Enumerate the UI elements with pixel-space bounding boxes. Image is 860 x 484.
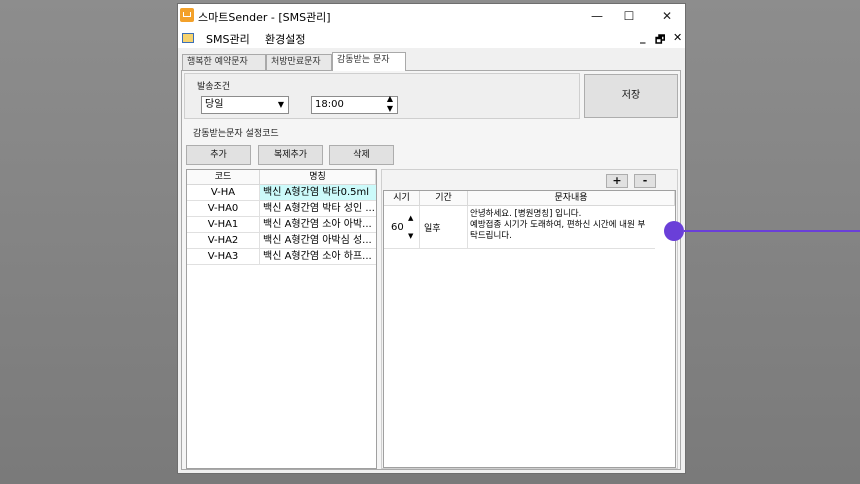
add-button[interactable]: 추가 [186,145,251,165]
send-time-value: 18:00 [315,99,344,110]
title-bar[interactable]: 스마트Sender - [SMS관리] — ☐ ✕ [178,4,685,28]
row-name: 백신 A형간염 소아 아박... [260,217,376,233]
message-panel: + - 시기 기간 문자내용 60 ▲ ▼ 일후 안녕하세요. [병원명칭] 입… [381,169,678,469]
name-column-header[interactable]: 명칭 [260,170,376,185]
row-code: V-HA2 [187,233,260,249]
row-code: V-HA3 [187,249,260,265]
tab-scheduled-messages[interactable]: 행복한 예약문자 [182,54,266,70]
timing-value: 60 [391,222,404,233]
content-column-header[interactable]: 문자내용 [468,191,675,206]
message-line: 안녕하세요. [병원명칭] 입니다. [470,209,582,219]
maximize-button[interactable]: ☐ [614,7,644,25]
send-time-stepper[interactable]: 18:00 ▲ ▼ [311,94,398,114]
chevron-down-icon: ▼ [277,100,284,109]
mdi-child-icon[interactable] [182,33,194,43]
code-column-header[interactable]: 코드 [187,170,260,185]
delete-button[interactable]: 삭제 [329,145,394,165]
message-line: 예방접종 시기가 도래하여, 편하신 시간에 내원 부 [470,220,646,230]
app-window: 스마트Sender - [SMS관리] — ☐ ✕ SMS관리 환경설정 _ 🗗… [177,3,686,474]
period-column-header[interactable]: 기간 [420,191,468,206]
minimize-button[interactable]: — [582,7,612,25]
tab-touching-messages[interactable]: 감동받는 문자 [332,52,406,71]
mdi-restore-button[interactable]: 🗗 [655,31,665,50]
timing-column-header[interactable]: 시기 [384,191,420,206]
message-line: 탁드립니다. [470,231,512,241]
code-settings-label: 감동받는문자 설정코드 [193,129,279,139]
spin-up-icon[interactable]: ▲ [408,214,413,222]
send-condition-label: 발송조건 [197,82,231,92]
message-table: 시기 기간 문자내용 60 ▲ ▼ 일후 안녕하세요. [병원명칭] 입니다. … [383,190,676,468]
close-button[interactable]: ✕ [652,7,682,25]
callout-pointer [664,221,684,241]
row-name: 백신 A형간염 박타0.5ml [260,185,376,201]
row-code: V-HA0 [187,201,260,217]
plus-button[interactable]: + [606,174,628,188]
mail-icon [180,8,194,22]
mdi-minimize-button[interactable]: _ [640,31,646,44]
mdi-close-button[interactable]: ✕ [673,31,682,44]
copy-add-button[interactable]: 복제추가 [258,145,323,165]
send-day-select[interactable]: 당일 ▼ [201,96,289,114]
callout-line [684,230,860,232]
send-day-value: 당일 [205,99,224,110]
window-title: 스마트Sender - [SMS관리] [198,11,331,24]
send-condition-group: 발송조건 당일 ▼ 18:00 ▲ ▼ [184,73,580,119]
row-name: 백신 A형간염 박타 성인 ... [260,201,376,217]
period-cell[interactable]: 일후 [420,206,468,249]
minus-button[interactable]: - [634,174,656,188]
spin-down-icon[interactable]: ▼ [408,232,413,240]
row-name: 백신 A형간염 아박심 성... [260,233,376,249]
row-code: V-HA [187,185,260,201]
period-value: 일후 [424,224,441,234]
timing-stepper[interactable]: 60 ▲ ▼ [384,206,420,249]
tab-prescription-expiry[interactable]: 처방만료문자 [266,54,332,70]
row-name: 백신 A형간염 소아 하프... [260,249,376,265]
spin-down-icon[interactable]: ▼ [387,104,393,114]
code-table: 코드 명칭 V-HA 백신 A형간염 박타0.5ml V-HA0 백신 A형간염… [186,169,377,469]
tab-page-touching-messages: 발송조건 당일 ▼ 18:00 ▲ ▼ 저장 감동받는문자 설정코드 추가 복제… [181,70,681,470]
row-code: V-HA1 [187,217,260,233]
menu-settings[interactable]: 환경설정 [265,31,305,47]
menu-bar: SMS관리 환경설정 _ 🗗 ✕ [178,28,685,48]
menu-sms-management[interactable]: SMS관리 [206,31,250,47]
message-content-cell[interactable]: 안녕하세요. [병원명칭] 입니다. 예방접종 시기가 도래하여, 편하신 시간… [468,206,655,249]
spin-up-icon[interactable]: ▲ [387,94,393,104]
save-button[interactable]: 저장 [584,74,678,118]
